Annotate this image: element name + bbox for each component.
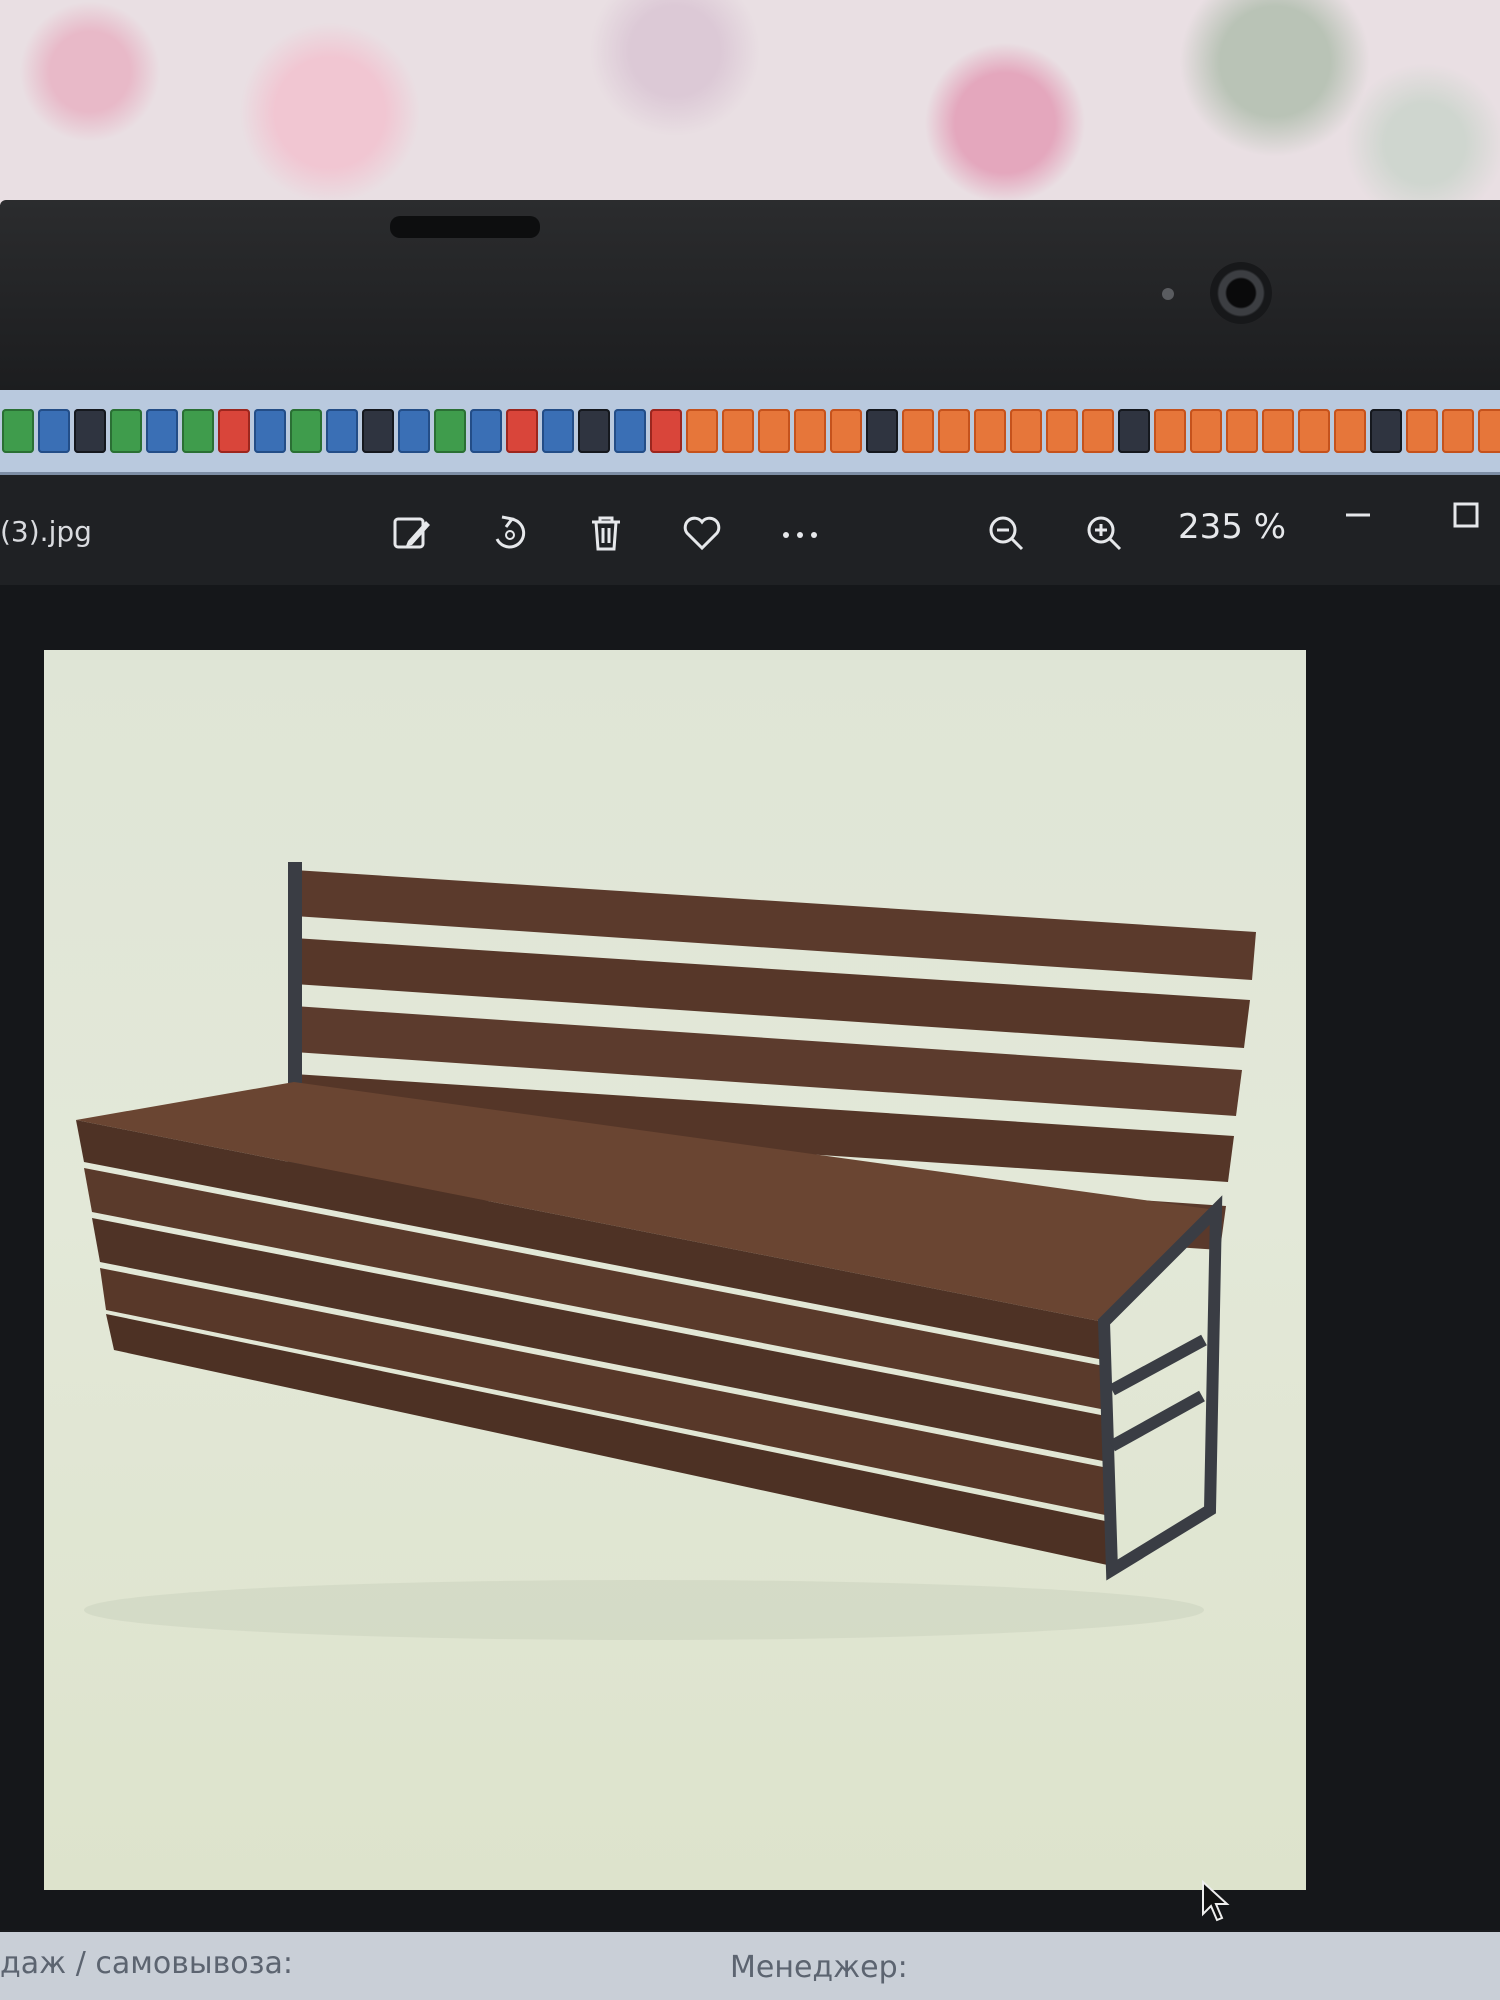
- taskbar-app-icon[interactable]: [722, 409, 754, 453]
- zoom-in-icon: [1087, 516, 1122, 551]
- delete-button[interactable]: [576, 503, 636, 563]
- edit-image-button[interactable]: [382, 503, 442, 563]
- rotate-button[interactable]: [480, 503, 540, 563]
- taskbar-app-icon[interactable]: [110, 409, 142, 453]
- delivery-label: даж / самовывоза:: [0, 1946, 294, 1981]
- zoom-level[interactable]: 235 %: [1178, 507, 1286, 547]
- bench-photo[interactable]: [44, 650, 1306, 1890]
- taskbar-app-icon[interactable]: [1406, 409, 1438, 453]
- bench-image: [76, 862, 1256, 1640]
- taskbar-app-icon[interactable]: [974, 409, 1006, 453]
- taskbar-app-icon[interactable]: [1082, 409, 1114, 453]
- taskbar-app-icon[interactable]: [182, 409, 214, 453]
- taskbar-app-icon[interactable]: [650, 409, 682, 453]
- taskbar-app-icon[interactable]: [1118, 409, 1150, 453]
- taskbar-app-icon[interactable]: [434, 409, 466, 453]
- favorite-button[interactable]: [672, 503, 732, 563]
- taskbar-app-icon[interactable]: [1010, 409, 1042, 453]
- taskbar-app-icon[interactable]: [398, 409, 430, 453]
- taskbar-app-icon[interactable]: [1226, 409, 1258, 453]
- bezel-slot: [390, 216, 540, 238]
- taskbar-app-icon[interactable]: [758, 409, 790, 453]
- webcam-led: [1162, 288, 1174, 300]
- maximize-icon: [1453, 502, 1479, 528]
- edit-image-icon: [393, 517, 430, 549]
- taskbar-app-icon[interactable]: [830, 409, 862, 453]
- taskbar-app-icon[interactable]: [938, 409, 970, 453]
- taskbar-app-icon[interactable]: [794, 409, 826, 453]
- taskbar-app-icon[interactable]: [1190, 409, 1222, 453]
- taskbar-app-icon[interactable]: [218, 409, 250, 453]
- taskbar-app-icon[interactable]: [902, 409, 934, 453]
- taskbar-app-icon[interactable]: [2, 409, 34, 453]
- taskbar-icon-strip: [0, 390, 1500, 475]
- manager-label: Менеджер:: [730, 1950, 908, 1985]
- taskbar-app-icon[interactable]: [506, 409, 538, 453]
- webcam-icon: [1210, 262, 1272, 324]
- taskbar-app-icon[interactable]: [146, 409, 178, 453]
- taskbar-app-icon[interactable]: [254, 409, 286, 453]
- taskbar-app-icon[interactable]: [614, 409, 646, 453]
- photo-viewer-toolbar: (3).jpg 235 %: [0, 475, 1500, 585]
- taskbar-app-icon[interactable]: [578, 409, 610, 453]
- taskbar-app-icon[interactable]: [1046, 409, 1078, 453]
- taskbar-app-icon[interactable]: [290, 409, 322, 453]
- favorite-icon: [683, 516, 721, 551]
- taskbar-app-icon[interactable]: [1442, 409, 1474, 453]
- minimize-icon: [1346, 513, 1370, 517]
- taskbar-app-icon[interactable]: [362, 409, 394, 453]
- more-options-icon: [783, 532, 817, 538]
- taskbar-app-icon[interactable]: [866, 409, 898, 453]
- wallpaper-background: [0, 0, 1500, 205]
- taskbar-app-icon[interactable]: [38, 409, 70, 453]
- taskbar-app-icon[interactable]: [1334, 409, 1366, 453]
- taskbar-app-icon[interactable]: [1298, 409, 1330, 453]
- taskbar-app-icon[interactable]: [542, 409, 574, 453]
- minimize-button[interactable]: [1330, 487, 1386, 543]
- monitor-bezel: [0, 200, 1500, 390]
- taskbar-app-icon[interactable]: [1370, 409, 1402, 453]
- taskbar-app-icon[interactable]: [1154, 409, 1186, 453]
- zoom-out-icon: [989, 516, 1024, 551]
- taskbar-app-icon[interactable]: [470, 409, 502, 453]
- background-form-strip: даж / самовывоза: Менеджер:: [0, 1932, 1500, 2000]
- taskbar-app-icon[interactable]: [1478, 409, 1500, 453]
- rotate-icon: [495, 515, 526, 549]
- zoom-out-button[interactable]: [976, 503, 1036, 563]
- more-options-button[interactable]: [770, 503, 830, 563]
- mouse-cursor-icon: [1202, 1880, 1230, 1922]
- file-name: (3).jpg: [0, 515, 92, 548]
- delete-icon: [592, 516, 620, 551]
- taskbar-app-icon[interactable]: [686, 409, 718, 453]
- taskbar-app-icon[interactable]: [74, 409, 106, 453]
- maximize-button[interactable]: [1438, 487, 1494, 543]
- taskbar-app-icon[interactable]: [1262, 409, 1294, 453]
- taskbar-app-icon[interactable]: [326, 409, 358, 453]
- zoom-in-button[interactable]: [1074, 503, 1134, 563]
